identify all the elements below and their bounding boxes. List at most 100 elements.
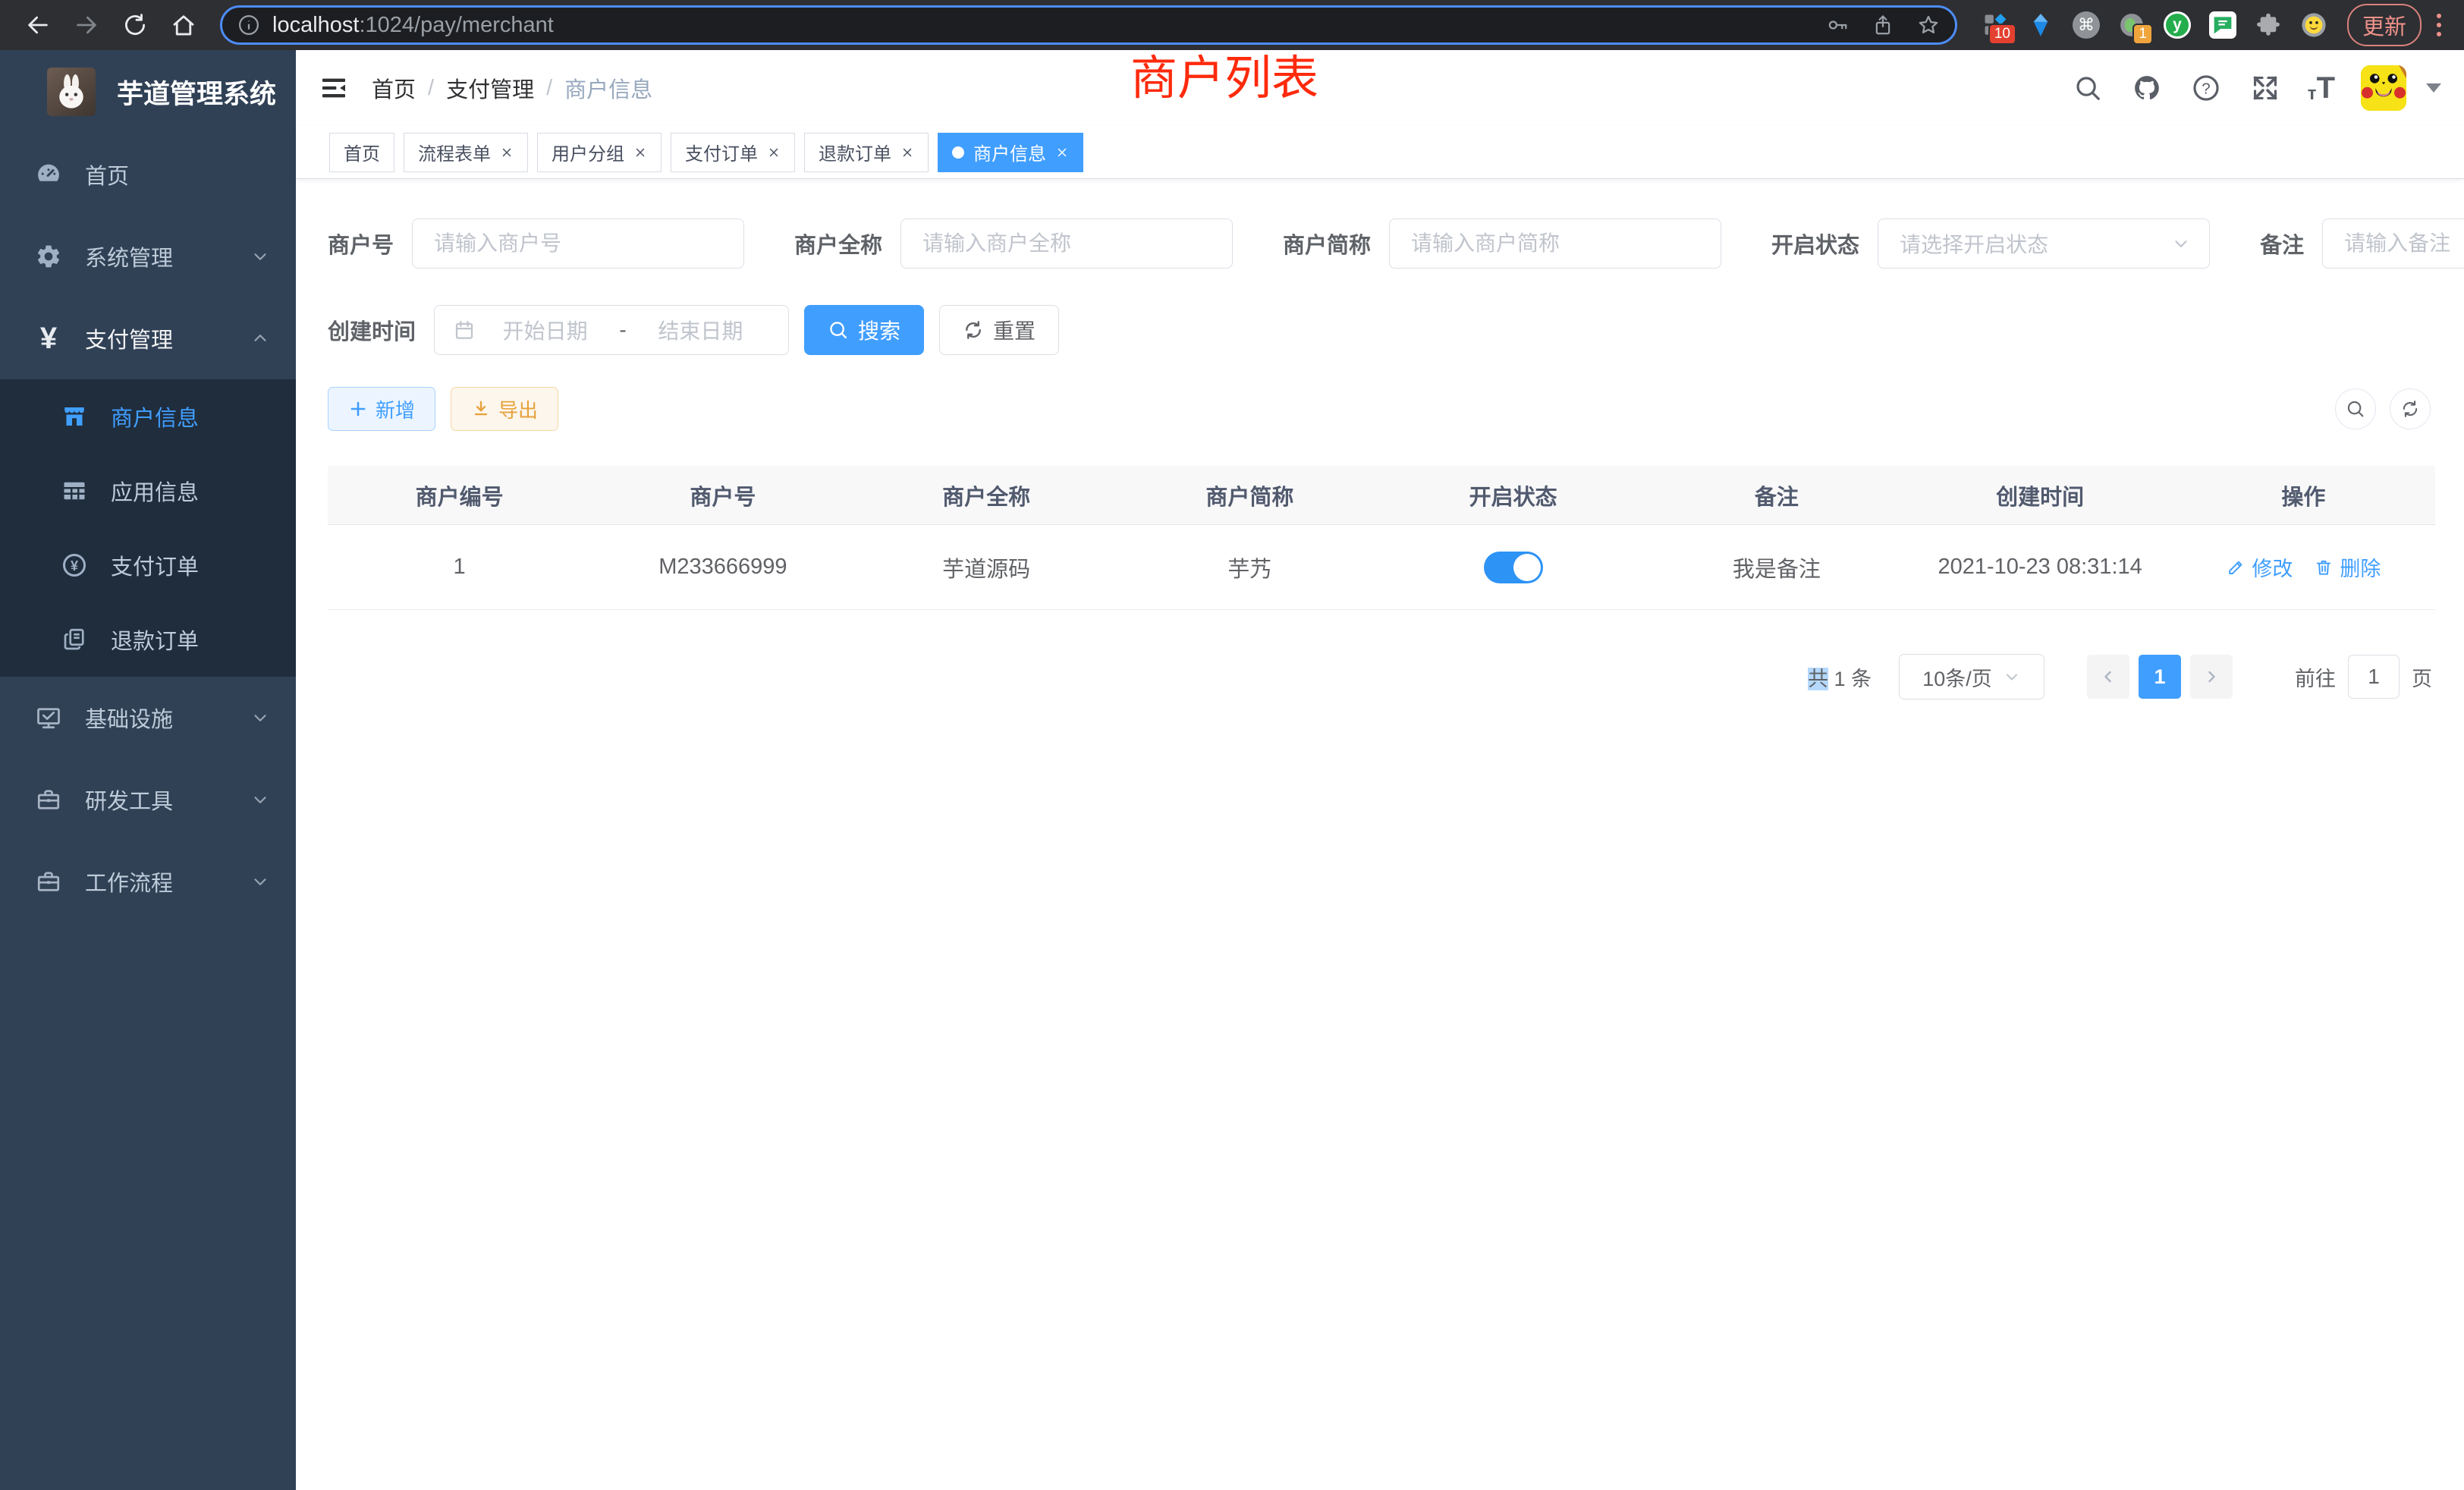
sidebar-item-label: 商户信息 bbox=[111, 401, 199, 432]
sidebar-item-refund-order[interactable]: 退款订单 bbox=[0, 602, 296, 677]
bookmark-star-icon[interactable] bbox=[1917, 14, 1940, 36]
merchant-table: 商户编号 商户号 商户全称 商户简称 开启状态 备注 创建时间 操作 1 M23… bbox=[328, 466, 2435, 610]
sidebar-item-home[interactable]: 首页 bbox=[0, 134, 296, 215]
close-icon[interactable] bbox=[767, 146, 781, 159]
main-area: 商户列表 首页 / 支付管理 / 商户信息 ? тT 首页 流程表单 用户分组 … bbox=[296, 50, 2464, 1490]
add-button[interactable]: 新增 bbox=[328, 387, 435, 431]
close-icon[interactable] bbox=[633, 146, 647, 159]
page-size-select[interactable]: 10条/页 bbox=[1899, 654, 2044, 699]
browser-reload-button[interactable] bbox=[118, 8, 152, 42]
end-date-placeholder[interactable]: 结束日期 bbox=[631, 315, 770, 345]
sidebar-item-label: 工作流程 bbox=[85, 866, 173, 897]
refresh-table-button[interactable] bbox=[2390, 388, 2431, 429]
extension-chat-icon[interactable] bbox=[2208, 10, 2238, 40]
user-avatar[interactable] bbox=[2361, 65, 2406, 111]
tab-user-group[interactable]: 用户分组 bbox=[537, 133, 662, 172]
breadcrumb: 首页 / 支付管理 / 商户信息 bbox=[372, 72, 652, 104]
svg-text:¥: ¥ bbox=[71, 558, 78, 574]
edit-link[interactable]: 修改 bbox=[2226, 552, 2293, 582]
extension-profile-icon[interactable]: 1 bbox=[2117, 10, 2147, 40]
close-icon[interactable] bbox=[1055, 146, 1069, 159]
extension-pin-icon[interactable] bbox=[2026, 10, 2056, 40]
show-search-button[interactable] bbox=[2335, 388, 2376, 429]
merchant-no-input[interactable] bbox=[412, 218, 744, 269]
page-annotation-title: 商户列表 bbox=[1130, 52, 1318, 106]
search-button[interactable]: 搜索 bbox=[804, 305, 924, 355]
sidebar-item-workflow[interactable]: 工作流程 bbox=[0, 841, 296, 923]
header-search-icon[interactable] bbox=[2071, 71, 2104, 105]
create-time-range-picker[interactable]: 开始日期 - 结束日期 bbox=[434, 305, 789, 355]
extension-grid-icon[interactable]: 10 bbox=[1980, 10, 2010, 40]
goto-label: 前往 bbox=[2295, 662, 2336, 692]
start-date-placeholder[interactable]: 开始日期 bbox=[476, 315, 614, 345]
extension-command-icon[interactable]: ⌘ bbox=[2071, 10, 2101, 40]
browser-forward-button[interactable] bbox=[70, 8, 103, 42]
status-toggle[interactable] bbox=[1484, 552, 1543, 583]
sidebar-item-label: 支付管理 bbox=[85, 322, 173, 354]
sidebar: 芋道管理系统 首页 系统管理 ¥ 支付管理 商户信息 应用信息 bbox=[0, 50, 296, 1490]
browser-home-button[interactable] bbox=[167, 8, 200, 42]
monitor-check-icon bbox=[32, 704, 65, 731]
chevron-down-icon bbox=[250, 708, 270, 728]
shop-icon bbox=[58, 403, 91, 430]
page-unit-label: 页 bbox=[2412, 662, 2432, 692]
close-icon[interactable] bbox=[900, 146, 914, 159]
remark-input[interactable] bbox=[2322, 218, 2464, 269]
delete-link[interactable]: 删除 bbox=[2314, 552, 2381, 582]
tab-refund-order[interactable]: 退款订单 bbox=[804, 133, 929, 172]
tab-home[interactable]: 首页 bbox=[329, 133, 394, 172]
breadcrumb-home[interactable]: 首页 bbox=[372, 72, 416, 104]
browser-update-button[interactable]: 更新 bbox=[2347, 4, 2422, 46]
extensions-row: 10 ⌘ 1 y bbox=[1980, 10, 2329, 40]
table-header: 商户编号 商户号 商户全称 商户简称 开启状态 备注 创建时间 操作 bbox=[328, 466, 2435, 525]
sidebar-item-payment[interactable]: ¥ 支付管理 bbox=[0, 297, 296, 379]
site-info-icon[interactable] bbox=[237, 14, 260, 36]
extension-puzzle-icon[interactable] bbox=[2253, 10, 2283, 40]
current-page-button[interactable]: 1 bbox=[2139, 655, 2181, 699]
plus-icon bbox=[348, 399, 368, 419]
status-select[interactable]: 请选择开启状态 bbox=[1878, 218, 2210, 269]
breadcrumb-section[interactable]: 支付管理 bbox=[446, 72, 534, 104]
prev-page-button[interactable] bbox=[2087, 655, 2129, 699]
sidebar-item-label: 系统管理 bbox=[85, 240, 173, 272]
reset-button[interactable]: 重置 bbox=[939, 305, 1059, 355]
close-icon[interactable] bbox=[500, 146, 514, 159]
next-page-button[interactable] bbox=[2190, 655, 2233, 699]
tab-pay-order[interactable]: 支付订单 bbox=[671, 133, 795, 172]
browser-menu-icon[interactable] bbox=[2434, 14, 2444, 36]
sidebar-item-infrastructure[interactable]: 基础设施 bbox=[0, 677, 296, 759]
tab-merchant-info[interactable]: 商户信息 bbox=[938, 133, 1083, 172]
chevron-down-icon bbox=[2003, 668, 2021, 686]
merchant-name-label: 商户全称 bbox=[794, 228, 882, 259]
create-time-label: 创建时间 bbox=[328, 314, 416, 346]
share-icon[interactable] bbox=[1872, 14, 1894, 36]
goto-page-input[interactable] bbox=[2348, 655, 2400, 699]
svg-text:?: ? bbox=[2202, 80, 2210, 98]
sidebar-item-merchant-info[interactable]: 商户信息 bbox=[0, 379, 296, 454]
sidebar-item-dev-tools[interactable]: 研发工具 bbox=[0, 759, 296, 841]
sidebar-item-pay-order[interactable]: ¥ 支付订单 bbox=[0, 528, 296, 602]
font-size-icon[interactable]: тT bbox=[2308, 73, 2335, 103]
tab-process-form[interactable]: 流程表单 bbox=[404, 133, 528, 172]
sidebar-collapse-icon[interactable] bbox=[319, 73, 349, 103]
help-icon[interactable]: ? bbox=[2189, 71, 2223, 105]
browser-back-button[interactable] bbox=[21, 8, 55, 42]
github-icon[interactable] bbox=[2130, 71, 2164, 105]
merchant-short-input[interactable] bbox=[1389, 218, 1721, 269]
extension-emoji-icon[interactable] bbox=[2299, 10, 2329, 40]
export-button[interactable]: 导出 bbox=[451, 387, 558, 431]
sidebar-item-app-info[interactable]: 应用信息 bbox=[0, 454, 296, 528]
address-bar[interactable]: localhost:1024/pay/merchant bbox=[220, 5, 1957, 45]
pagination-total: 共 1 条 bbox=[1808, 662, 1872, 692]
merchant-name-input[interactable] bbox=[900, 218, 1233, 269]
trash-icon bbox=[2314, 558, 2334, 577]
extension-y-icon[interactable]: y bbox=[2162, 10, 2192, 40]
fullscreen-icon[interactable] bbox=[2249, 71, 2282, 105]
cell-id: 1 bbox=[328, 525, 591, 609]
password-key-icon[interactable] bbox=[1826, 14, 1849, 36]
sidebar-item-system[interactable]: 系统管理 bbox=[0, 215, 296, 297]
avatar-caret-icon[interactable] bbox=[2426, 83, 2441, 93]
yen-icon: ¥ bbox=[32, 323, 65, 354]
gear-icon bbox=[32, 243, 65, 270]
app-logo-row[interactable]: 芋道管理系统 bbox=[0, 50, 296, 134]
